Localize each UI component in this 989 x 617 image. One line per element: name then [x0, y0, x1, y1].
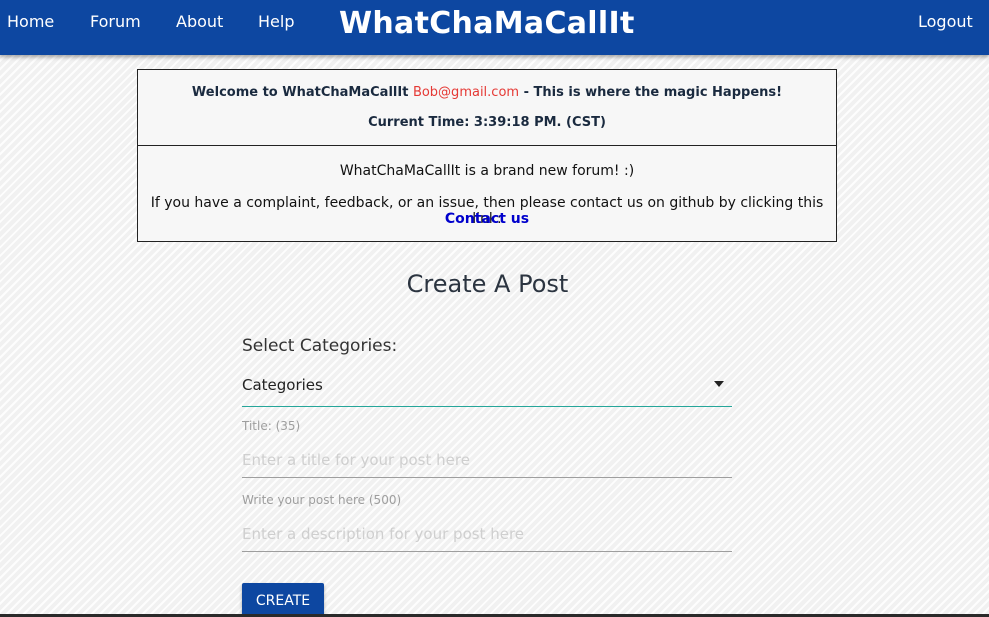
- announcement-section: WhatChaMaCallIt is a brand new forum! :)…: [138, 147, 836, 242]
- categories-label: Select Categories:: [242, 336, 398, 356]
- nav-home-link[interactable]: Home: [7, 12, 54, 31]
- logout-link[interactable]: Logout: [918, 12, 973, 31]
- welcome-prefix: Welcome to WhatChaMaCallIt: [191, 85, 409, 100]
- categories-selected-value: Categories: [242, 376, 323, 394]
- welcome-message: Welcome to WhatChaMaCallIt Bob@gmail.com…: [138, 85, 836, 100]
- user-email: Bob@gmail.com: [412, 85, 520, 100]
- welcome-suffix: - This is where the magic Happens!: [523, 85, 783, 100]
- nav-help-link[interactable]: Help: [258, 12, 294, 31]
- contact-us-link[interactable]: Contact us: [138, 211, 836, 227]
- create-post-button[interactable]: CREATE: [242, 583, 324, 617]
- info-panel: Welcome to WhatChaMaCallIt Bob@gmail.com…: [137, 69, 837, 242]
- caret-down-icon: [714, 381, 724, 387]
- description-input[interactable]: [242, 517, 732, 552]
- current-time: Current Time: 3:39:18 PM. (CST): [368, 115, 606, 130]
- welcome-section: Welcome to WhatChaMaCallIt Bob@gmail.com…: [138, 70, 836, 146]
- site-brand-title[interactable]: WhatChaMaCallIt: [339, 6, 635, 41]
- page-title: Create A Post: [406, 270, 569, 298]
- forum-note: WhatChaMaCallIt is a brand new forum! :): [339, 163, 635, 179]
- title-field-label: Title: (35): [242, 419, 301, 433]
- title-input[interactable]: [242, 443, 732, 478]
- categories-select[interactable]: Categories: [242, 370, 732, 407]
- nav-about-link[interactable]: About: [176, 12, 223, 31]
- nav-forum-link[interactable]: Forum: [90, 12, 141, 31]
- top-navbar: Home Forum About Help WhatChaMaCallIt Lo…: [0, 0, 989, 55]
- body-field-label: Write your post here (500): [242, 493, 402, 507]
